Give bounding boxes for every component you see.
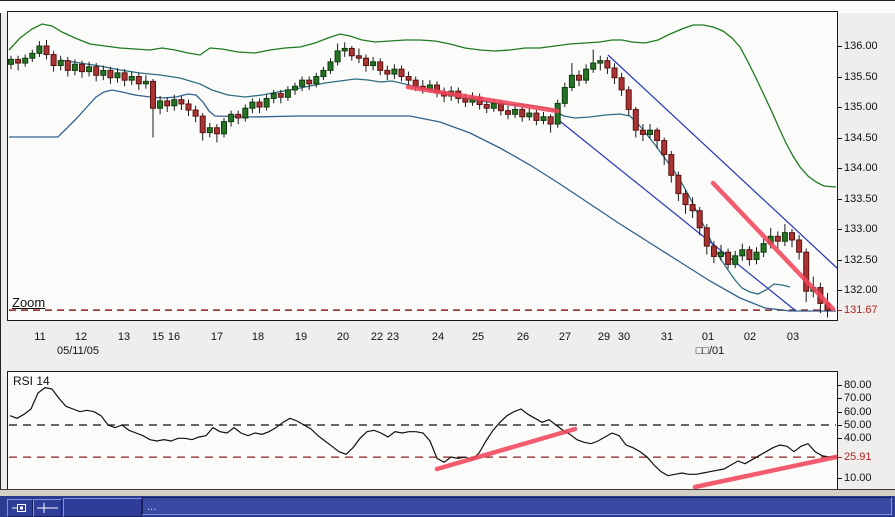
rsi-indicator-panel[interactable] — [7, 371, 838, 490]
rsi-axis-label: 70.00 — [844, 392, 872, 405]
status-ellipsis-panel[interactable]: ... — [142, 497, 892, 515]
main-price-chart[interactable] — [7, 11, 838, 321]
rsi-tick — [838, 457, 842, 459]
pin-tool-button[interactable] — [7, 499, 33, 517]
rsi-chart-canvas[interactable] — [8, 372, 837, 489]
window-left-border — [0, 0, 1, 517]
price-axis-label: 133.50 — [844, 192, 878, 205]
date-axis-label: 03 — [786, 331, 800, 343]
price-tick — [838, 168, 842, 169]
date-axis-sublabel: □□/01 — [695, 345, 725, 357]
price-tick — [838, 259, 842, 261]
date-axis-label: 11 — [34, 331, 46, 343]
date-axis-label: 22 — [370, 331, 384, 343]
date-axis-label: 01 — [701, 331, 715, 343]
date-axis-label: 17 — [210, 331, 224, 343]
date-axis-label: 02 — [743, 331, 757, 343]
date-axis-label: 20 — [336, 331, 350, 343]
date-axis-label: 12 — [74, 331, 88, 343]
price-tick — [838, 107, 842, 108]
rsi-tick — [838, 411, 842, 413]
rsi-axis-label: 10.00 — [844, 472, 872, 485]
candlestick-chart-canvas[interactable] — [8, 12, 837, 320]
price-tick — [838, 290, 842, 291]
price-axis-label: 135.00 — [844, 101, 878, 113]
price-axis-label: 135.50 — [844, 70, 878, 83]
date-axis-label: 23 — [386, 331, 400, 343]
price-axis-label: 134.00 — [844, 162, 878, 174]
pin-icon — [12, 504, 26, 512]
price-axis-label: 131.67 — [844, 304, 878, 317]
crosshair-icon — [37, 503, 58, 513]
bottom-toolbar: ... — [0, 496, 895, 517]
date-axis-label: 19 — [294, 331, 308, 343]
price-axis-label: 132.00 — [844, 284, 878, 296]
date-axis-label: 16 — [167, 331, 181, 343]
rsi-label: RSI 14 — [13, 374, 50, 388]
rsi-tick — [838, 398, 842, 400]
rsi-tick — [838, 425, 842, 426]
crosshair-tool-button[interactable] — [33, 499, 62, 517]
price-tick — [838, 137, 842, 139]
zoom-tool-label[interactable]: Zoom — [12, 295, 45, 310]
date-axis-label: 25 — [471, 331, 485, 343]
price-tick — [838, 198, 842, 200]
price-axis-label: 133.00 — [844, 223, 878, 235]
date-axis-label: 27 — [558, 331, 572, 343]
price-axis-label: 134.50 — [844, 131, 878, 144]
price-tick — [838, 46, 842, 47]
price-tick — [838, 76, 842, 78]
date-axis-sublabel: 05/11/05 — [56, 345, 100, 357]
rsi-axis-label: 60.00 — [844, 405, 872, 418]
rsi-tick — [838, 478, 842, 480]
date-axis-label: 24 — [431, 331, 445, 343]
date-axis-label: 31 — [660, 331, 674, 343]
rsi-tick — [838, 385, 842, 386]
empty-toolbar-button[interactable] — [63, 498, 142, 517]
price-tick — [838, 310, 842, 312]
rsi-axis-label: 40.00 — [844, 432, 872, 445]
price-axis-label: 136.00 — [844, 40, 878, 52]
date-axis-label: 13 — [117, 331, 131, 343]
rsi-tick — [838, 438, 842, 440]
date-axis-label: 15 — [151, 331, 165, 343]
rsi-axis-label: 25.91 — [844, 451, 872, 464]
date-axis-label: 30 — [617, 331, 631, 343]
price-tick — [838, 229, 842, 230]
date-axis-label: 18 — [251, 331, 265, 343]
rsi-axis-label: 80.00 — [844, 379, 872, 391]
rsi-axis-label: 50.00 — [844, 419, 872, 431]
date-axis-label: 26 — [516, 331, 530, 343]
price-axis-label: 132.50 — [844, 253, 878, 266]
date-axis-label: 29 — [597, 331, 611, 343]
